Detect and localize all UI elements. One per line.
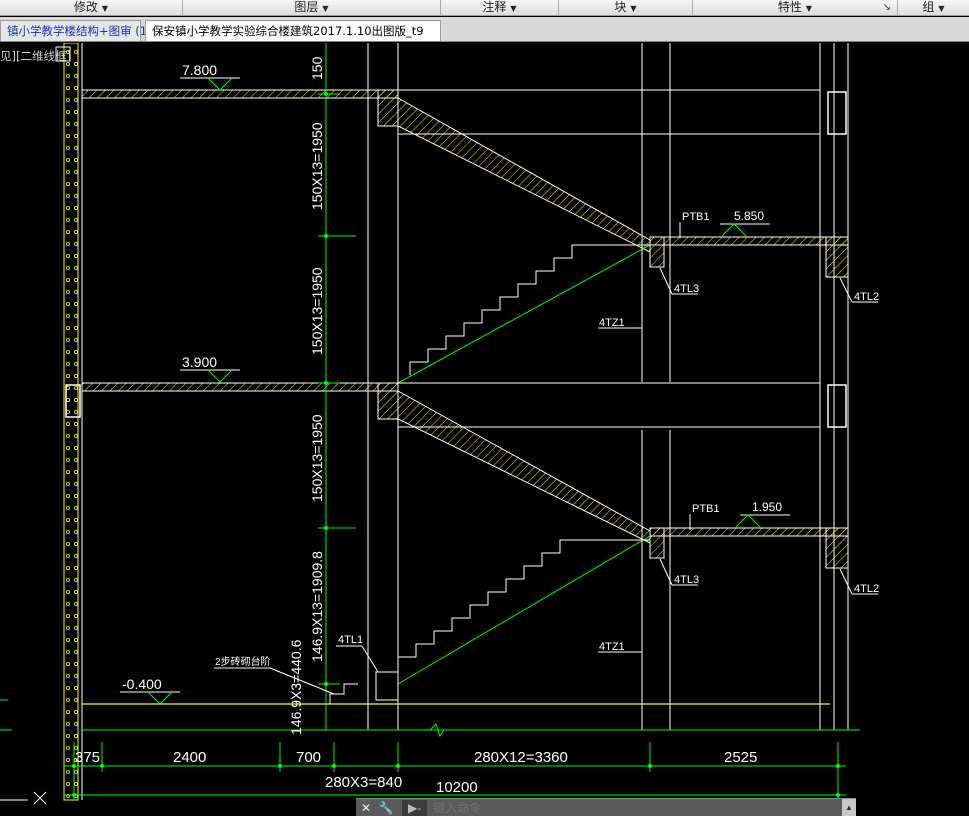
close-icon[interactable]: ✕ <box>356 801 376 815</box>
stair-flight-ascending-lower <box>397 535 651 685</box>
landing-lower <box>649 527 849 569</box>
ribbon-panel-label: 特性 <box>777 0 802 14</box>
command-input[interactable] <box>433 799 842 816</box>
label-tl3-lower: 4TL3 <box>674 574 699 586</box>
label-step-note: 2步砖砌台阶 <box>215 655 271 668</box>
drawing-viewport[interactable]: 150 150X13=1950 150X13=1950 150X13=1950 … <box>0 42 969 816</box>
hdim-sub: 280X3=840 <box>325 774 402 791</box>
dropdown-arrow-icon: ▼ <box>510 4 517 13</box>
floor-slab-top <box>81 89 399 127</box>
vertical-dimension-texts: 150 150X13=1950 150X13=1950 150X13=1950 … <box>288 56 325 735</box>
column-lines <box>367 43 820 730</box>
file-tab-architecture[interactable]: 保安镇小学教学实验综合楼建筑2017.1.10出图版_t9 <box>145 20 441 41</box>
vdim-top: 150 <box>309 56 325 80</box>
dropdown-arrow-icon: ▼ <box>101 4 109 13</box>
right-wall <box>819 43 849 730</box>
vdim-5: 146.9X3=440.6 <box>288 639 304 735</box>
label-tz1-upper: 4TZ1 <box>599 317 625 329</box>
hdim-3: 700 <box>296 749 321 766</box>
ribbon-panel-groups[interactable]: 组 ▼ <box>898 0 969 16</box>
vdim-4: 146.9X13=1909.8 <box>309 551 325 662</box>
hdim-5: 2525 <box>724 749 757 766</box>
hdim-total: 10200 <box>436 779 478 796</box>
elevation-landing-upper: 5.850 <box>734 209 764 223</box>
ribbon-panel-label: 注释 <box>482 0 507 14</box>
cad-drawing-canvas[interactable]: 150 150X13=1950 150X13=1950 150X13=1950 … <box>0 42 969 816</box>
left-wall <box>55 42 83 801</box>
label-tl3-upper: 4TL3 <box>674 283 699 295</box>
vdim-2: 150X13=1950 <box>309 267 325 355</box>
elevation-top: 7.800 <box>182 62 217 78</box>
wrench-icon[interactable]: 🔧 <box>376 801 396 815</box>
landing-upper <box>649 236 849 278</box>
viewport-controls-label[interactable]: 见][二维线框] <box>0 48 71 64</box>
vdim-3: 150X13=1950 <box>309 414 325 502</box>
ribbon-panel-annotation[interactable]: 注释 ▼ <box>441 0 559 16</box>
elevation-ground: -0.400 <box>122 676 162 692</box>
dropdown-arrow-icon: ▼ <box>322 4 329 13</box>
label-ptb-upper: PTB1 <box>682 211 710 223</box>
scroll-up-icon[interactable]: ▲ <box>842 798 856 816</box>
horizontal-dimension-texts: 375 2400 700 280X12=3360 2525 280X3=840 … <box>75 749 757 796</box>
label-tl2-lower: 4TL2 <box>854 583 879 595</box>
file-tab-bar: 镇小学教学楼结构+图审 (1) 保安镇小学教学实验综合楼建筑2017.1.10出… <box>0 17 969 42</box>
label-tl1: 4TL1 <box>338 634 363 646</box>
command-prompt-icon[interactable]: ▶- <box>402 799 428 816</box>
stair-flight-ascending-upper <box>397 244 651 384</box>
dropdown-arrow-icon: ▼ <box>805 4 813 13</box>
ground-line <box>82 671 860 738</box>
stair-flight-descending-lower <box>397 390 651 544</box>
ribbon-panel-bar: 修改 ▼ 图层 ▼ 注释 ▼ 块 ▼ 特性 ▼ ↘ 组 ▼ <box>0 0 969 16</box>
hdim-1: 375 <box>75 749 100 766</box>
command-line: ✕ 🔧 ▶- ▲ <box>356 798 856 816</box>
label-tl2-upper: 4TL2 <box>854 291 879 303</box>
ucs-icon <box>0 699 47 805</box>
ribbon-panel-modify[interactable]: 修改 ▼ <box>0 0 183 16</box>
ribbon-panel-label: 图层 <box>294 0 319 14</box>
hdim-4: 280X12=3360 <box>474 749 568 766</box>
vdim-1: 150X13=1950 <box>309 122 325 210</box>
ribbon-panel-block[interactable]: 块 ▼ <box>559 0 693 16</box>
hdim-2: 2400 <box>173 749 206 766</box>
ribbon-panel-label: 组 <box>922 0 935 14</box>
ribbon-panel-label: 修改 <box>73 0 98 14</box>
dropdown-arrow-icon: ▼ <box>938 4 945 13</box>
file-tab-structure[interactable]: 镇小学教学楼结构+图审 (1) <box>0 20 152 41</box>
ribbon-panel-properties[interactable]: 特性 ▼ ↘ <box>693 0 898 16</box>
elevation-landing-lower: 1.950 <box>752 500 782 514</box>
elevation-mid: 3.900 <box>182 354 217 370</box>
ribbon-panel-label: 块 <box>614 0 627 14</box>
label-tz1-lower: 4TZ1 <box>599 641 625 653</box>
label-ptb-lower: PTB1 <box>692 503 720 515</box>
dialog-launcher-icon[interactable]: ↘ <box>883 0 891 15</box>
stair-flight-descending-upper <box>397 97 651 253</box>
ribbon-panel-layers[interactable]: 图层 ▼ <box>183 0 441 16</box>
dropdown-arrow-icon: ▼ <box>630 4 637 13</box>
floor-slab-mid <box>81 382 399 420</box>
